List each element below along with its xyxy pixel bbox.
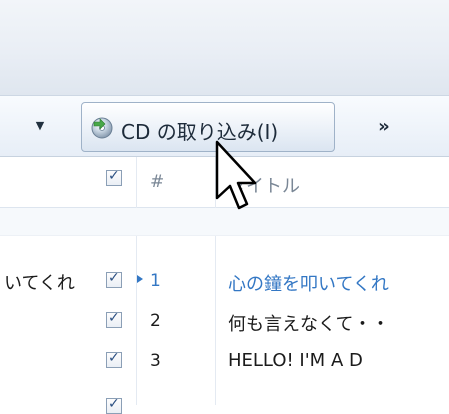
column-header-number[interactable]: # <box>150 172 164 192</box>
track-number: 2 <box>150 311 161 331</box>
track-number: 1 <box>150 271 161 291</box>
track-row[interactable]: いてくれ 1 心の鐘を叩いてくれ <box>0 262 449 302</box>
track-row[interactable]: 2 何も言えなくて・・ <box>0 302 449 342</box>
dropdown-arrow-icon[interactable]: ▼ <box>33 119 47 133</box>
track-checkbox[interactable] <box>106 270 122 288</box>
track-left-text: いてくれ <box>4 273 75 294</box>
track-title: 何も言えなくて・・ <box>228 314 390 335</box>
track-row[interactable]: 3 HELLO! I'M A D <box>0 342 449 382</box>
arrow-pointer-icon <box>215 140 257 210</box>
track-checkbox[interactable] <box>106 350 122 368</box>
track-title: HELLO! I'M A D <box>228 350 363 371</box>
track-number: 3 <box>150 351 161 371</box>
more-commands-button[interactable]: » <box>372 117 396 137</box>
track-title: 心の鐘を叩いてくれ <box>228 274 389 295</box>
select-all-checkbox[interactable] <box>106 168 122 186</box>
now-playing-marker-icon <box>137 275 143 283</box>
rip-cd-button[interactable]: CD の取り込み(I) <box>81 102 335 152</box>
track-checkbox[interactable] <box>106 396 122 414</box>
window-top-area <box>0 0 449 95</box>
cd-rip-icon <box>91 117 113 139</box>
track-checkbox[interactable] <box>106 310 122 328</box>
